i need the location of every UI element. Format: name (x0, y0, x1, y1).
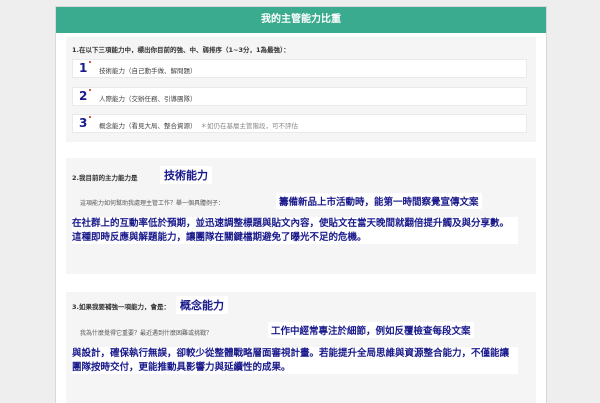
main-ability-question: 2.我目前的主力能力是 (72, 174, 138, 182)
improve-ability-reason-first-line[interactable]: 工作中經常專注於細節，例如反覆檢查每段文案 (268, 322, 474, 338)
ranking-label: 技術能力（自己動手做、解問題） (99, 67, 197, 75)
improve-ability-section: 3.如果我要補強一項能力，會是： 概念能力 我為什麼覺得它重要？最近遇到什麼困難… (66, 292, 536, 403)
corner-mark-icon (89, 89, 91, 91)
ranking-question: 1.在以下三項能力中，標出你目前的強、中、弱排序（1~3分，1為最強）： (72, 46, 290, 54)
improve-ability-prompt: 我為什麼覺得它重要？最近遇到什麼困難或挑戰？ (80, 330, 213, 337)
ranking-label: 概念能力（看見大局、整合資源） ＊如仍在基層主管階段，可不評估 (99, 122, 299, 130)
improve-ability-reason-text[interactable]: 與設計，確保執行無誤，卻較少從整體戰略層面審視計畫。若能提升全局思維與資源整合能… (72, 347, 518, 374)
main-ability-example-first-line[interactable]: 籌備新品上市活動時，能第一時間察覺宣傳文案 (276, 193, 482, 209)
improve-ability-question: 3.如果我要補強一項能力，會是： (72, 303, 170, 311)
rank-number[interactable]: 3 (79, 116, 87, 130)
main-ability-example-text[interactable]: 在社群上的互動率低於預期，並迅速調整標題與貼文內容，使貼文在當天晚間就翻倍提升觸… (72, 217, 518, 244)
ranking-item-technical[interactable]: 1 技術能力（自己動手做、解問題） (72, 59, 527, 78)
rank-number[interactable]: 1 (79, 61, 87, 75)
ranking-item-conceptual[interactable]: 3 概念能力（看見大局、整合資源） ＊如仍在基層主管階段，可不評估 (72, 114, 527, 133)
rank-number[interactable]: 2 (79, 89, 87, 103)
worksheet-page: 我的主管能力比重 1.在以下三項能力中，標出你目前的強、中、弱排序（1~3分，1… (55, 6, 547, 403)
page-title: 我的主管能力比重 (56, 7, 546, 33)
ranking-section: 1.在以下三項能力中，標出你目前的強、中、弱排序（1~3分，1為最強）： 1 技… (66, 37, 536, 142)
main-ability-section: 2.我目前的主力能力是 技術能力 這項能力如何幫助我處理主管工作？舉一個具體例子… (66, 158, 536, 274)
main-ability-prompt: 這項能力如何幫助我處理主管工作？舉一個具體例子： (80, 200, 225, 207)
improve-ability-answer[interactable]: 概念能力 (176, 296, 228, 314)
ranking-note: ＊如仍在基層主管階段，可不評估 (200, 122, 299, 130)
ranking-item-interpersonal[interactable]: 2 人際能力（交辦任務、引導團隊） (72, 87, 527, 106)
corner-mark-icon (89, 61, 91, 63)
corner-mark-icon (89, 116, 91, 118)
main-ability-answer[interactable]: 技術能力 (160, 166, 212, 184)
ranking-label: 人際能力（交辦任務、引導團隊） (99, 95, 197, 103)
